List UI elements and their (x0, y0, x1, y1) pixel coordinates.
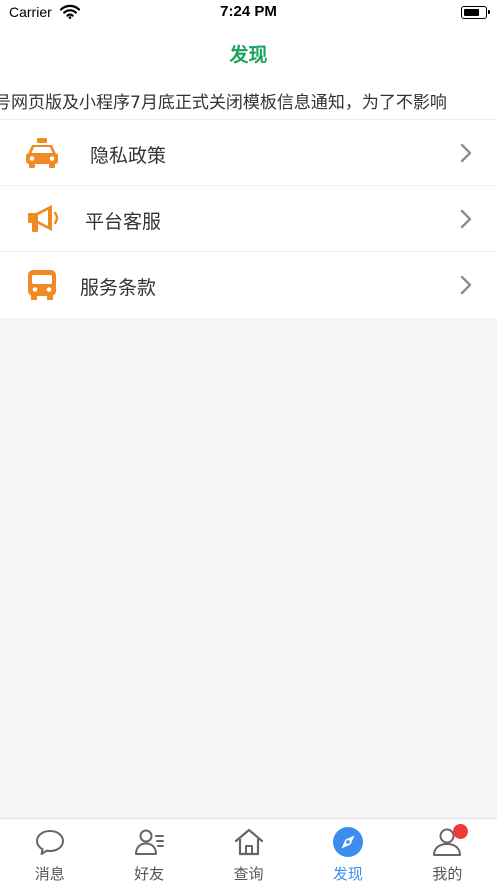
home-icon (234, 828, 263, 856)
tab-label: 好友 (134, 865, 165, 883)
navigation-bar: 发现 (0, 26, 497, 78)
taxi-icon (26, 138, 58, 168)
tab-friends[interactable]: 好友 (99, 819, 198, 883)
notice-text: 号网页版及小程序7月底正式关闭模板信息通知，为了不影响 (0, 93, 447, 113)
status-bar: Carrier 7:24 PM (0, 0, 497, 26)
notification-badge (453, 824, 469, 839)
battery-icon (461, 6, 490, 19)
tab-discover[interactable]: 发现 (298, 819, 397, 883)
chevron-right-icon (460, 209, 472, 229)
tab-bar: 消息 好友 查询 发现 我的 (0, 818, 497, 883)
notice-marquee[interactable]: 号网页版及小程序7月底正式关闭模板信息通知，为了不影响 (0, 78, 497, 120)
tab-label: 查询 (233, 865, 264, 883)
menu-item-label: 隐私政策 (90, 145, 167, 167)
message-icon (35, 830, 64, 855)
page-title: 发现 (229, 44, 268, 66)
menu-item-customer-service[interactable]: 平台客服 (0, 186, 497, 252)
chevron-right-icon (460, 143, 472, 163)
tab-messages[interactable]: 消息 (0, 819, 99, 883)
tab-profile[interactable]: 我的 (398, 819, 497, 883)
status-time: 7:24 PM (220, 3, 277, 20)
menu-item-privacy-policy[interactable]: 隐私政策 (0, 120, 497, 186)
bus-icon (28, 270, 56, 300)
compass-icon (332, 827, 363, 857)
tab-label: 消息 (34, 865, 65, 883)
discover-menu: 隐私政策 平台客服 服务条款 (0, 120, 497, 318)
chevron-right-icon (460, 275, 472, 295)
tab-label: 我的 (432, 865, 463, 883)
megaphone-icon (28, 205, 59, 232)
friends-icon (135, 829, 165, 855)
menu-item-label: 服务条款 (80, 277, 157, 299)
tab-label: 发现 (332, 865, 363, 883)
tab-query[interactable]: 查询 (199, 819, 298, 883)
menu-item-label: 平台客服 (85, 211, 162, 233)
menu-item-terms-of-service[interactable]: 服务条款 (0, 252, 497, 318)
